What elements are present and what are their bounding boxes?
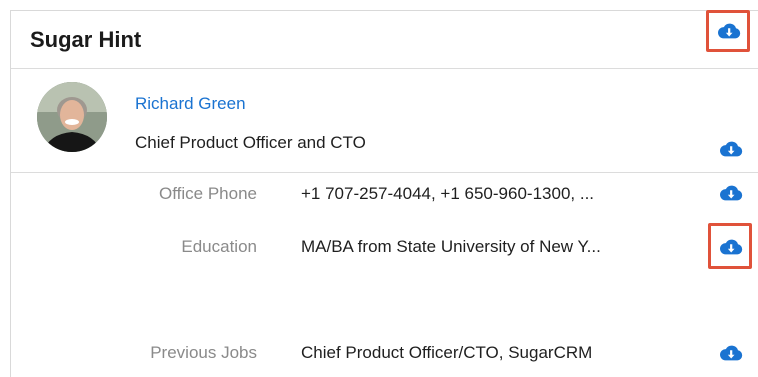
panel-header: Sugar Hint bbox=[11, 10, 758, 69]
cloud-download-icon[interactable] bbox=[719, 183, 743, 202]
field-value-education: MA/BA from State University of New Y... bbox=[301, 237, 601, 256]
person-summary: Richard Green Chief Product Officer and … bbox=[11, 69, 758, 173]
person-title: Chief Product Officer and CTO bbox=[135, 133, 366, 152]
avatar bbox=[37, 82, 107, 152]
cloud-download-icon[interactable] bbox=[719, 139, 743, 158]
cloud-download-icon[interactable] bbox=[719, 237, 743, 256]
field-value-office-phone: +1 707-257-4044, +1 650-960-1300, ... bbox=[301, 184, 595, 203]
field-label-education: Education bbox=[181, 237, 257, 256]
cropped-heading-strip bbox=[0, 0, 758, 10]
person-name-link[interactable]: Richard Green bbox=[135, 94, 246, 114]
cloud-download-icon[interactable] bbox=[719, 343, 743, 362]
sugar-hint-panel: Sugar Hint Richard Green Chief Product O… bbox=[10, 10, 758, 377]
field-label-office-phone: Office Phone bbox=[159, 184, 257, 203]
field-label-previous-jobs: Previous Jobs bbox=[150, 343, 257, 362]
panel-title: Sugar Hint bbox=[30, 27, 142, 52]
field-value-previous-jobs: Chief Product Officer/CTO, SugarCRM bbox=[301, 343, 593, 362]
cloud-download-icon[interactable] bbox=[717, 21, 741, 40]
